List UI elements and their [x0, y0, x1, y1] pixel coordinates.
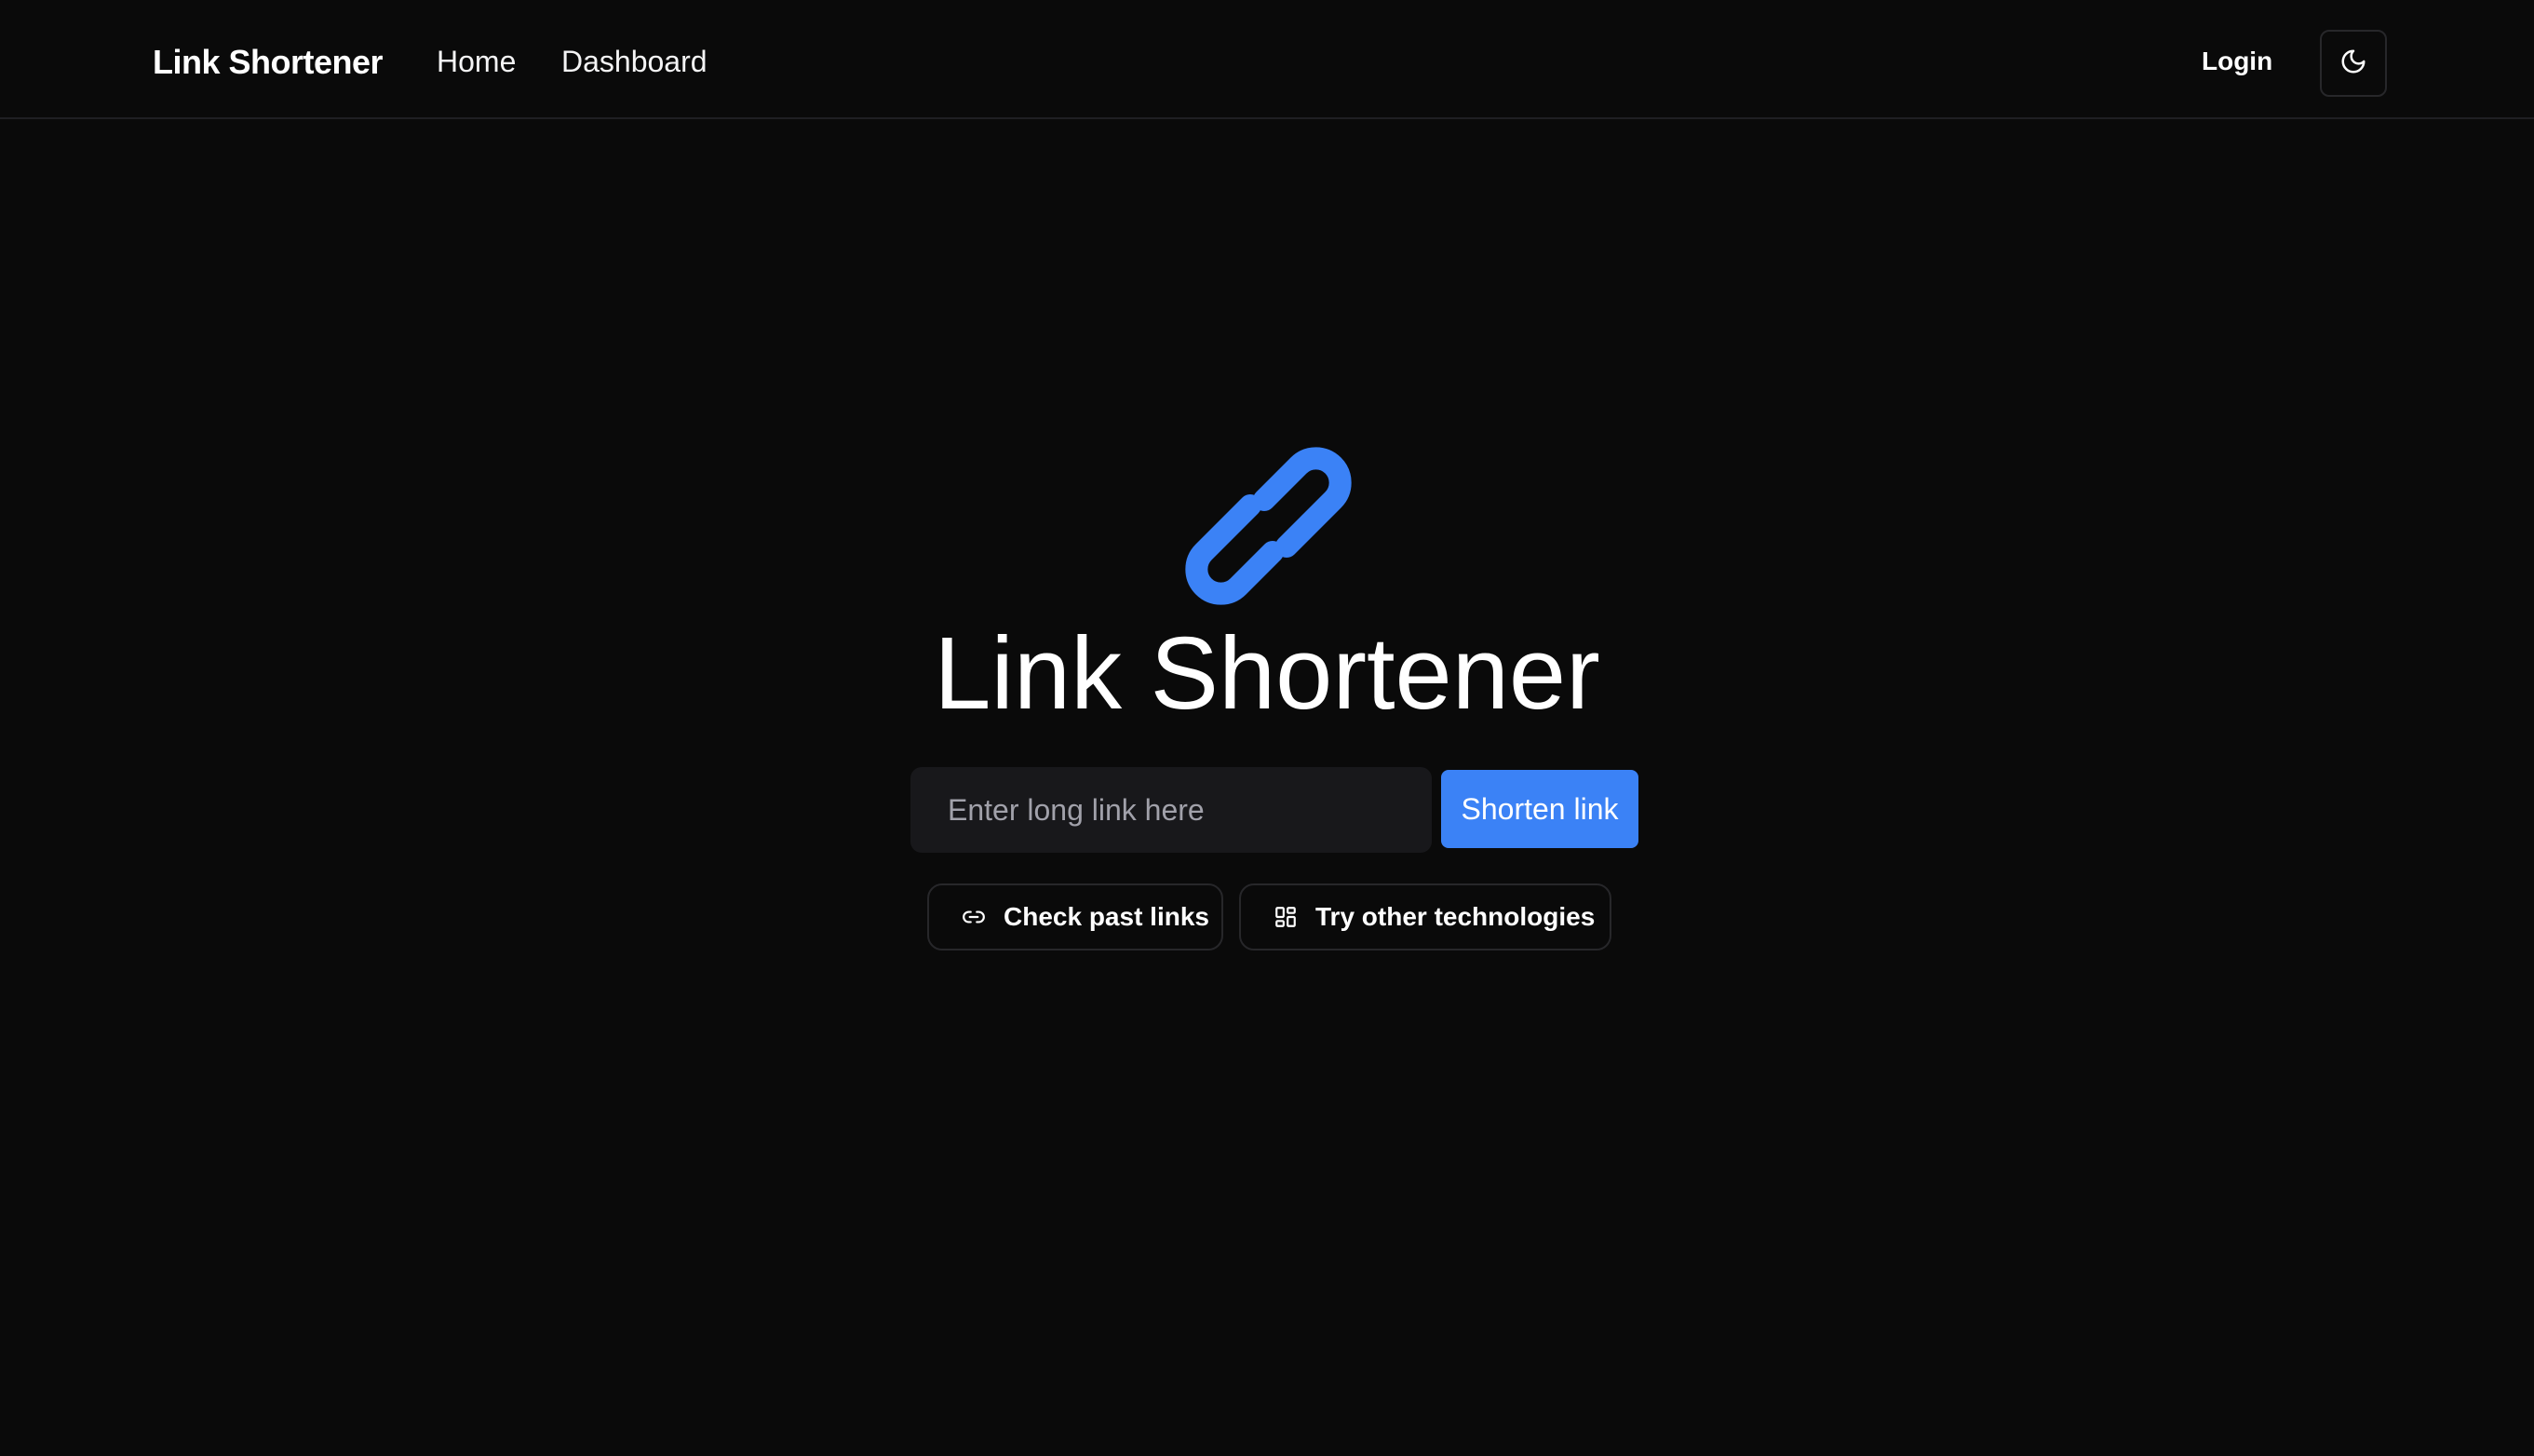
shorten-link-button[interactable]: Shorten link [1441, 770, 1638, 848]
login-link[interactable]: Login [2202, 47, 2272, 76]
nav-home-link[interactable]: Home [437, 45, 516, 79]
try-other-technologies-label: Try other technologies [1315, 902, 1596, 931]
check-past-links-button[interactable]: Check past links [927, 883, 1223, 950]
check-past-links-label: Check past links [1004, 902, 1209, 931]
hero-link-icon [1168, 433, 1368, 619]
brand-logo-link[interactable]: Link Shortener [153, 43, 384, 82]
try-other-technologies-button[interactable]: Try other technologies [1239, 883, 1611, 950]
moon-icon [2339, 47, 2367, 80]
nav-dashboard-link[interactable]: Dashboard [561, 45, 708, 79]
theme-toggle-button[interactable] [2320, 30, 2387, 97]
long-link-input[interactable] [910, 767, 1432, 853]
hero-title: Link Shortener [934, 616, 1600, 731]
grid-icon [1273, 904, 1299, 930]
link-icon [961, 904, 987, 930]
top-navbar: Link Shortener Home Dashboard Login [0, 0, 2534, 119]
